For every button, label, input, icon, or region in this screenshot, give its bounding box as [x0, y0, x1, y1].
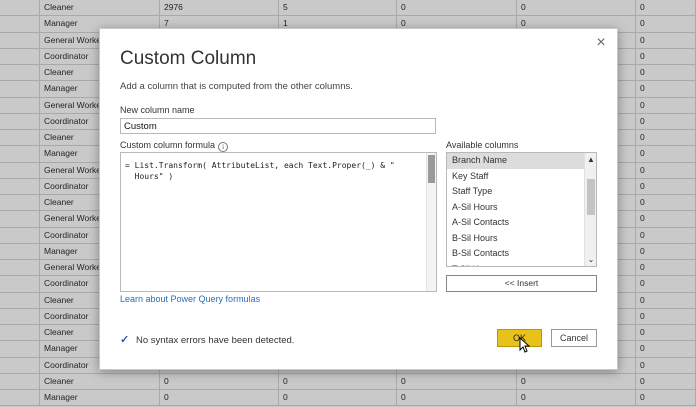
syntax-status: ✓ No syntax errors have been detected.: [120, 333, 294, 346]
syntax-status-text: No syntax errors have been detected.: [136, 335, 295, 346]
scroll-down-icon[interactable]: ⌄: [585, 254, 596, 265]
insert-button[interactable]: << Insert: [446, 275, 597, 292]
formula-label-row: Custom column formula i: [120, 140, 229, 152]
formula-editor[interactable]: = List.Transform( AttributeList, each Te…: [120, 152, 437, 292]
available-column-item[interactable]: A-Sil Contacts: [447, 215, 596, 231]
available-columns-items: Branch Name Key Staff Staff Type A-Sil Hour…: [447, 153, 596, 267]
available-columns-scrollbar[interactable]: ▲ ⌄: [584, 153, 596, 266]
mouse-pointer-icon: [519, 337, 531, 353]
available-column-item[interactable]: B-Sil Contacts: [447, 246, 596, 262]
close-icon[interactable]: ×: [594, 35, 608, 51]
available-column-item[interactable]: B-Sil Hours: [447, 231, 596, 247]
formula-text[interactable]: = List.Transform( AttributeList, each Te…: [125, 160, 425, 182]
dialog-description: Add a column that is computed from the o…: [120, 81, 353, 92]
learn-formulas-link[interactable]: Learn about Power Query formulas: [120, 294, 260, 304]
column-name-label: New column name: [120, 105, 195, 115]
cancel-button[interactable]: Cancel: [551, 329, 597, 347]
available-column-item[interactable]: A-Sil Hours: [447, 200, 596, 216]
available-columns-list[interactable]: Branch Name Key Staff Staff Type A-Sil Hour…: [446, 152, 597, 267]
available-columns-scrollbar-thumb[interactable]: [587, 179, 595, 215]
formula-scrollbar[interactable]: [426, 153, 436, 291]
formula-label: Custom column formula: [120, 140, 216, 150]
available-column-item[interactable]: Branch Name: [447, 153, 596, 169]
formula-scrollbar-thumb[interactable]: [428, 155, 435, 183]
dialog-title: Custom Column: [120, 48, 257, 69]
info-icon[interactable]: i: [218, 142, 229, 152]
available-column-item[interactable]: Staff Type: [447, 184, 596, 200]
checkmark-icon: ✓: [120, 334, 130, 346]
custom-column-dialog: Custom Column × Add a column that is com…: [99, 28, 618, 370]
scroll-up-icon[interactable]: ▲: [585, 154, 596, 165]
column-name-input[interactable]: [120, 118, 436, 134]
available-column-item[interactable]: T-Sil Hours: [447, 262, 596, 267]
available-column-item[interactable]: Key Staff: [447, 169, 596, 185]
available-columns-label: Available columns: [446, 140, 519, 150]
